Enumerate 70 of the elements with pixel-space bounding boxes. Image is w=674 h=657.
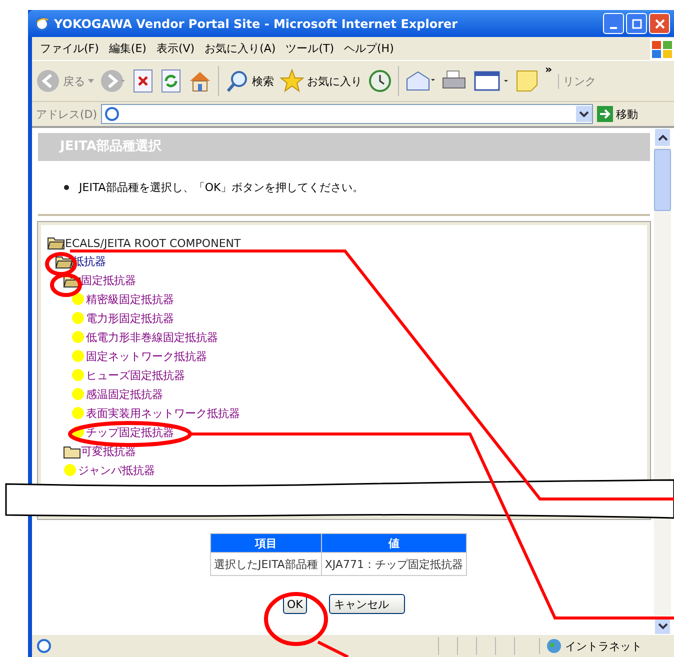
table-cell: XJA771：チップ固定抵抗器: [321, 552, 466, 576]
close-button[interactable]: [649, 13, 670, 34]
minimize-button[interactable]: [603, 13, 624, 34]
instruction-text: JEITA部品種を選択し、「OK」ボタンを押してください。: [79, 180, 364, 195]
highlight-ellipse: [50, 273, 82, 297]
tree-link[interactable]: 固定ネットワーク抵抗器: [86, 349, 207, 364]
address-field[interactable]: [101, 104, 594, 124]
tree-link[interactable]: 精密級固定抵抗器: [86, 292, 174, 307]
tree-link[interactable]: 表面実装用ネットワーク抵抗器: [86, 406, 240, 421]
arrow-icon: [597, 106, 614, 122]
tree-root-label: ECALS/JEITA ROOT COMPONENT: [65, 237, 241, 250]
callout-line: [317, 640, 349, 657]
tree-link[interactable]: 可変抵抗器: [81, 444, 136, 459]
leaf-dot-icon: [63, 464, 77, 478]
leaf-dot-icon: [71, 350, 85, 364]
page-status-icon: [36, 638, 52, 654]
leaf-dot-icon: [71, 293, 85, 307]
bullet-icon: [64, 185, 69, 190]
leaf-dot-icon: [71, 426, 85, 440]
tree-link[interactable]: 固定抵抗器: [81, 273, 136, 288]
tree-link[interactable]: チップ固定抵抗器: [86, 425, 174, 440]
cancel-button[interactable]: キャンセル: [328, 594, 405, 614]
history-icon[interactable]: [368, 69, 392, 93]
leaf-dot-icon: [71, 331, 85, 345]
close-icon: [654, 18, 664, 28]
address-label: アドレス(D): [36, 106, 98, 122]
star-icon: [280, 69, 304, 93]
zone-label: イントラネット: [565, 638, 642, 654]
globe-icon: [546, 638, 562, 654]
window-title: YOKOGAWA Vendor Portal Site - Microsoft Internet Explorer: [54, 16, 459, 30]
links-label[interactable]: リンク: [558, 74, 596, 88]
menu-item[interactable]: お気に入り(A): [202, 41, 284, 56]
scroll-down-icon[interactable]: [658, 622, 668, 630]
note-icon[interactable]: [515, 69, 539, 93]
refresh-icon[interactable]: [160, 69, 182, 93]
column-header: 値: [321, 534, 466, 552]
home-icon[interactable]: [188, 69, 212, 93]
tree-link[interactable]: ヒューズ固定抵抗器: [86, 368, 185, 383]
search-icon: [225, 69, 249, 93]
caret-icon: [88, 79, 94, 83]
search-button[interactable]: 検索: [225, 69, 274, 93]
menu-item[interactable]: ツール(T): [284, 41, 342, 56]
menu-item[interactable]: 編集(E): [106, 41, 154, 56]
highlight-ellipse: [264, 592, 328, 646]
menu-item[interactable]: 表示(V): [154, 41, 203, 56]
favorites-button[interactable]: お気に入り: [280, 69, 362, 93]
tree-link[interactable]: 感温固定抵抗器: [86, 387, 163, 402]
tree-link[interactable]: 低電力形非巻線固定抵抗器: [86, 330, 218, 345]
tree-link[interactable]: 電力形固定抵抗器: [86, 311, 174, 326]
scroll-up-icon[interactable]: [658, 134, 668, 142]
column-header: 項目: [210, 534, 322, 552]
page-icon: [104, 106, 120, 122]
menu-item[interactable]: ヘルプ(H): [342, 41, 402, 56]
table-cell: 選択したJEITA部品種: [210, 552, 322, 576]
back-button[interactable]: 戻る: [36, 69, 94, 93]
maximize-button[interactable]: [626, 13, 647, 34]
tree-link[interactable]: ジャンパ抵抗器: [78, 463, 155, 478]
leaf-dot-icon: [71, 407, 85, 421]
browser-icon: [34, 16, 50, 32]
scroll-thumb[interactable]: [654, 149, 671, 211]
maximize-icon: [632, 18, 642, 28]
overflow-chevron[interactable]: »: [545, 63, 552, 76]
leaf-dot-icon: [71, 312, 85, 326]
go-button[interactable]: 移動: [597, 106, 638, 122]
scrollbar[interactable]: [654, 128, 671, 635]
menu-item[interactable]: ファイル(F): [38, 41, 107, 56]
stop-icon[interactable]: [132, 69, 154, 93]
minimize-icon: [610, 26, 617, 28]
leaf-dot-icon: [71, 388, 85, 402]
leaf-dot-icon: [71, 369, 85, 383]
